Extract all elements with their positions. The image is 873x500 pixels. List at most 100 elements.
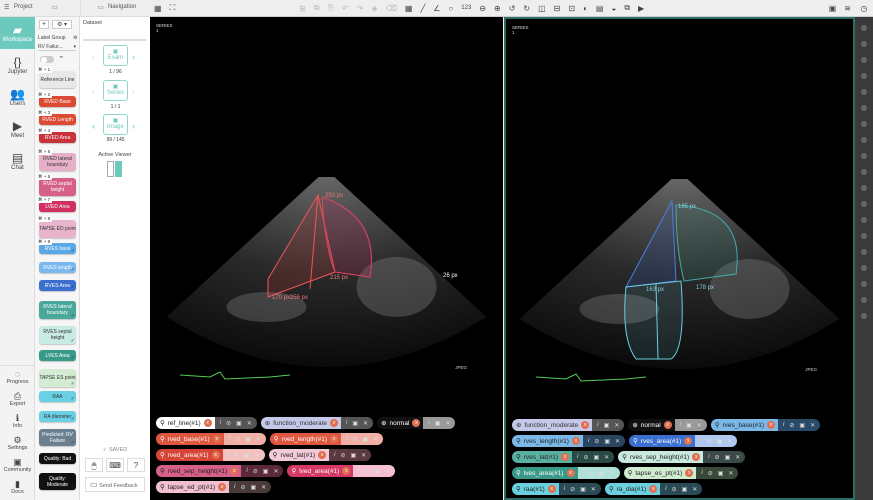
close-icon[interactable]: ✕ [273,468,278,475]
exam-button[interactable]: ▣ Exam [103,45,128,66]
rail-dot[interactable] [861,233,867,239]
viewer-1-toggle[interactable] [107,161,114,177]
viewer-1[interactable]: SERIES 1 JPEG 250 px 215 px 256 px 170 px 26 p… [150,17,503,500]
close-icon[interactable]: ✕ [810,422,815,429]
close-icon[interactable]: ✕ [727,438,732,445]
remove-annotation-button[interactable]: x [692,453,701,461]
image-icon[interactable]: ▣ [604,438,610,445]
hide-icon[interactable]: ⊘ [235,436,240,443]
undo-icon[interactable]: ↶ [342,4,349,13]
viewer-2[interactable]: SERIES 1 JPEG 185 px 163 px 178 px ⊕ function_… [504,17,855,500]
keyboard-icon[interactable]: ⌨ [106,458,124,472]
info-icon[interactable]: i [597,422,598,428]
label-button[interactable]: Reference Line [39,71,76,88]
remove-annotation-button[interactable]: x [566,469,575,477]
info-icon[interactable]: i [229,436,230,442]
info-icon[interactable]: i [708,454,709,460]
remove-annotation-button[interactable]: x [342,467,351,475]
rail-dot[interactable] [861,137,867,143]
hide-icon[interactable]: ⊘ [589,470,594,477]
annotation-pill[interactable]: ⚲ lves_area(#1) x i ⊘ ▣ ✕ [512,467,620,479]
rotate-left-icon[interactable]: ↺ [509,4,516,13]
annotation-pill[interactable]: ⚲ lved_area(#1) x i ⊘ ▣ ✕ [287,465,396,477]
invert-icon[interactable]: ▤ [596,4,604,13]
annotation-pill[interactable]: ⚲ rves_area(#1) x i ⊘ ▣ ✕ [629,435,738,447]
hide-icon[interactable]: ⊘ [365,468,370,475]
close-icon[interactable]: ✕ [363,420,368,427]
annotation-pill[interactable]: ⊕ function_moderate x i ▣ ✕ [260,417,374,429]
label-button[interactable]: RVES lateral boundary ✓ [39,301,76,319]
info-icon[interactable]: i [228,452,229,458]
series-next-arrow[interactable]: › [132,87,135,97]
info-icon[interactable]: i [680,422,681,428]
annotation-pill[interactable]: ⚲ raa(#1) x i ⊘ ▣ ✕ [512,483,601,495]
remove-annotation-button[interactable]: x [581,421,590,429]
sidebar-item-settings[interactable]: ⚙ Settings [0,432,35,454]
sidebar-item-export[interactable]: ⎙ Export [0,388,35,410]
hide-icon[interactable]: ⊘ [253,468,258,475]
sidebar-item-chat[interactable]: ▤ Chat [0,145,35,177]
info-icon[interactable]: i [701,470,702,476]
info-icon[interactable]: i [564,486,565,492]
series-button[interactable]: ▣ Series [103,80,128,101]
sidebar-item-docs[interactable]: ▮ Docs [0,476,35,498]
image-icon[interactable]: ▣ [580,486,586,493]
image-icon[interactable]: ▣ [799,422,805,429]
rail-dot[interactable] [861,25,867,31]
annotation-pill[interactable]: ⚲ rves_lat(#1) x i ⊘ ▣ ✕ [512,451,615,463]
label-button[interactable]: RVES Area ✓ [39,280,76,291]
close-icon[interactable]: ✕ [697,422,702,429]
annotation-pill[interactable]: ⊕ normal x i ▣ ✕ [628,419,707,431]
rail-dot[interactable] [861,41,867,47]
info-icon[interactable]: i [700,438,701,444]
label-tag-icon[interactable]: ▭ [52,4,58,11]
info-icon[interactable]: i [583,470,584,476]
label-button[interactable]: Predicted: RV Failure ✓ [39,429,76,446]
rail-dot[interactable] [861,57,867,63]
eraser-icon[interactable]: ⌫ [386,4,397,13]
close-icon[interactable]: ✕ [615,438,620,445]
sidebar-item-community[interactable]: ▣ Community [0,454,35,476]
exam-prev-arrow[interactable]: ‹ [92,52,95,62]
image-icon[interactable]: ▣ [599,470,605,477]
hide-icon[interactable]: ⊘ [352,436,357,443]
remove-annotation-button[interactable]: x [561,453,570,461]
remove-annotation-button[interactable]: x [547,485,556,493]
lasso-icon[interactable]: ○ [448,4,453,13]
remove-annotation-button[interactable]: x [571,437,580,445]
close-icon[interactable]: ✕ [255,452,260,459]
toggle-switch[interactable] [40,56,54,63]
info-icon[interactable]: i [358,468,359,474]
rail-dot[interactable] [861,265,867,271]
image-icon[interactable]: ▣ [263,468,269,475]
annotation-pill[interactable]: ⚲ rved_lat(#1) x i ⊘ ▣ ✕ [268,449,372,461]
remove-annotation-button[interactable]: x [685,469,694,477]
send-feedback-button[interactable]: ▭ Send Feedback [85,477,145,492]
hide-icon[interactable]: ⊘ [234,452,239,459]
remove-annotation-button[interactable]: x [767,421,776,429]
label-button[interactable]: RA diameter ✓ [39,411,76,422]
hide-icon[interactable]: ⊘ [583,454,588,461]
label-button[interactable]: RVES length ✓ [39,262,76,273]
close-icon[interactable]: ✕ [373,436,378,443]
remove-annotation-button[interactable]: x [211,451,220,459]
sidebar-item-progress[interactable]: ◌ Progress [0,366,35,388]
close-icon[interactable]: ✕ [385,468,390,475]
rail-dot[interactable] [861,169,867,175]
gear-icon[interactable]: ⚙ [73,35,77,41]
remove-annotation-button[interactable]: x [330,419,339,427]
image-next-arrow[interactable]: › [132,121,135,131]
annotation-pill[interactable]: ⚲ tapse_es_pt(#1) x i ⊘ ▣ ✕ [623,467,739,479]
close-icon[interactable]: ✕ [728,470,733,477]
label-settings-dropdown[interactable]: ⚙ ▾ [52,20,72,29]
rail-dot[interactable] [861,89,867,95]
rotate-right-icon[interactable]: ↻ [523,4,530,13]
grid-icon[interactable]: ▦ [405,4,413,13]
rail-dot[interactable] [861,121,867,127]
remove-annotation-button[interactable]: x [218,483,227,491]
image-icon[interactable]: ▣ [244,452,250,459]
close-icon[interactable]: ✕ [247,420,252,427]
filter-icon[interactable]: ⏷ [59,55,64,62]
label-button[interactable]: TAPSE ED point [39,220,76,238]
close-icon[interactable]: ✕ [445,420,450,427]
